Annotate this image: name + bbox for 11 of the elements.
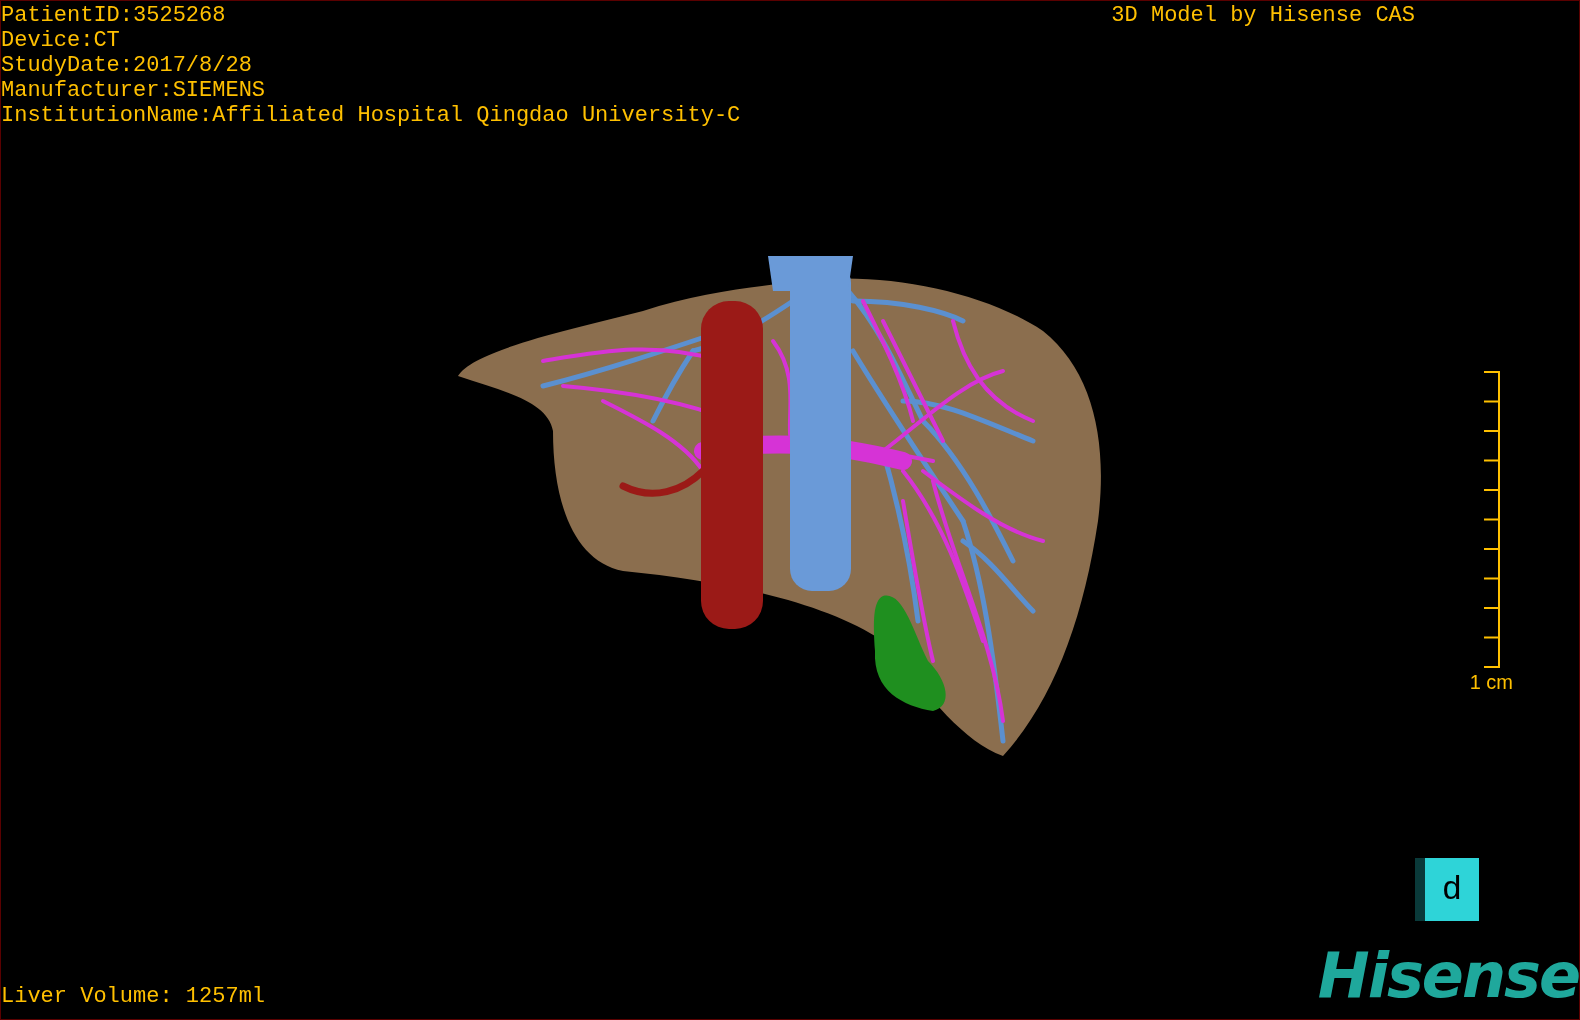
scale-bar-icon [1484, 370, 1501, 669]
patient-info-text: Manufacturer:SIEMENS [1, 78, 267, 103]
scale-bar-label: 1 cm [1469, 671, 1513, 693]
patient-info-text: InstitutionName:Affiliated Hospital Qingdao University-C [1, 103, 741, 128]
model-title: 3D Model by Hisense CAS [1111, 2, 1415, 30]
orientation-cube[interactable]: d [1415, 858, 1479, 921]
liver-volume-text: Liver Volume: 1257ml [1, 984, 266, 1009]
patient-info-text: Device:CT [1, 28, 121, 53]
patient-info-text: StudyDate:2017/8/28 [1, 53, 253, 78]
brand-logo: Hisense [1317, 945, 1579, 1007]
patient-info-text: PatientID:3525268 [1, 3, 227, 28]
